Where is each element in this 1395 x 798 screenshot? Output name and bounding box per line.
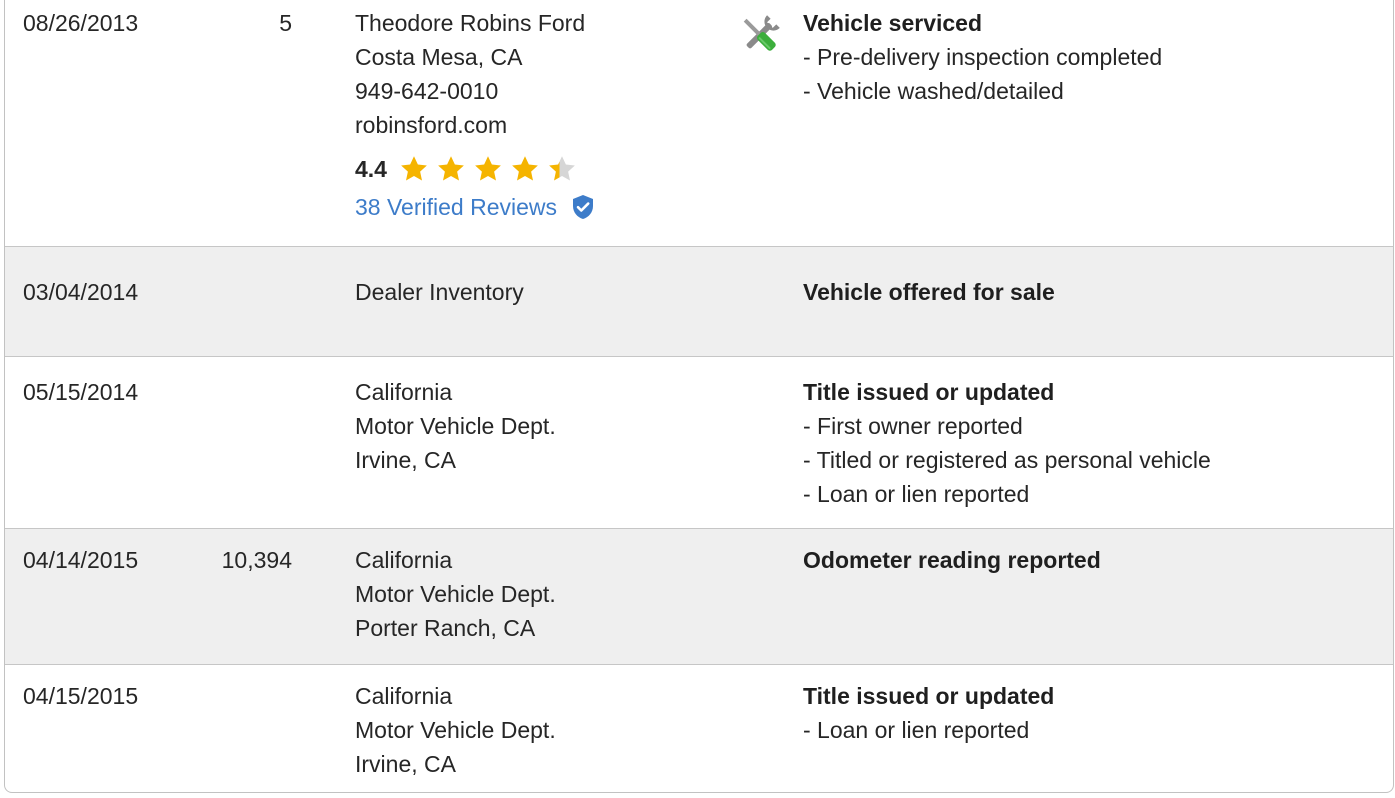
record-source: California Motor Vehicle Dept. Porter Ra… bbox=[355, 543, 556, 645]
table-row: 05/15/2014 California Motor Vehicle Dept… bbox=[5, 357, 1393, 529]
source-phone: 949-642-0010 bbox=[355, 78, 499, 104]
record-details: Title issued or updated - Loan or lien r… bbox=[803, 679, 1054, 747]
event-detail: - Pre-delivery inspection completed bbox=[803, 44, 1163, 70]
source-department: Motor Vehicle Dept. bbox=[355, 581, 556, 607]
event-detail: - Vehicle washed/detailed bbox=[803, 78, 1064, 104]
source-location: Irvine, CA bbox=[355, 751, 456, 777]
table-row: 04/15/2015 California Motor Vehicle Dept… bbox=[5, 665, 1393, 792]
record-date: 04/15/2015 bbox=[23, 683, 139, 709]
service-tools-icon bbox=[737, 12, 783, 58]
record-source: California Motor Vehicle Dept. Irvine, C… bbox=[355, 375, 556, 477]
table-row: 04/14/2015 10,394 California Motor Vehic… bbox=[5, 529, 1393, 665]
verified-shield-icon bbox=[573, 195, 593, 219]
source-name: Dealer Inventory bbox=[355, 279, 524, 305]
event-detail: - Loan or lien reported bbox=[803, 481, 1030, 507]
source-location: Porter Ranch, CA bbox=[355, 615, 536, 641]
star-icon bbox=[401, 156, 427, 181]
star-icon bbox=[549, 156, 575, 181]
table-row: 03/04/2014 Dealer Inventory Vehicle offe… bbox=[5, 247, 1393, 357]
dealer-rating: 4.4 bbox=[355, 152, 595, 186]
star-rating bbox=[399, 154, 584, 184]
verified-reviews-link[interactable]: 38 Verified Reviews bbox=[355, 190, 595, 224]
event-title: Title issued or updated bbox=[803, 379, 1055, 405]
source-website: robinsford.com bbox=[355, 112, 508, 138]
source-name: California bbox=[355, 379, 453, 405]
star-icon bbox=[438, 156, 464, 181]
record-date: 03/04/2014 bbox=[23, 279, 139, 305]
star-icon bbox=[512, 156, 538, 181]
star-icon bbox=[475, 156, 501, 181]
event-detail: - Titled or registered as personal vehic… bbox=[803, 447, 1211, 473]
event-title: Vehicle offered for sale bbox=[803, 279, 1055, 305]
record-details: Odometer reading reported bbox=[803, 543, 1101, 577]
rating-score: 4.4 bbox=[355, 156, 387, 182]
source-department: Motor Vehicle Dept. bbox=[355, 717, 556, 743]
table-row: 08/26/2013 5 Theodore Robins Ford Costa … bbox=[5, 0, 1393, 247]
record-source: Theodore Robins Ford Costa Mesa, CA 949-… bbox=[355, 6, 595, 224]
source-location: Irvine, CA bbox=[355, 447, 456, 473]
record-source: Dealer Inventory bbox=[355, 275, 524, 309]
record-details: Title issued or updated - First owner re… bbox=[803, 375, 1211, 511]
source-name: California bbox=[355, 547, 453, 573]
vehicle-history-table: 08/26/2013 5 Theodore Robins Ford Costa … bbox=[4, 0, 1394, 793]
record-mileage: 10,394 bbox=[221, 547, 292, 573]
event-detail: - Loan or lien reported bbox=[803, 717, 1030, 743]
reviews-label: 38 Verified Reviews bbox=[355, 194, 557, 220]
record-details: Vehicle serviced - Pre-delivery inspecti… bbox=[803, 6, 1162, 108]
record-date: 05/15/2014 bbox=[23, 379, 139, 405]
source-name: California bbox=[355, 683, 453, 709]
source-department: Motor Vehicle Dept. bbox=[355, 413, 556, 439]
event-title: Odometer reading reported bbox=[803, 547, 1101, 573]
source-location: Costa Mesa, CA bbox=[355, 44, 523, 70]
record-source: California Motor Vehicle Dept. Irvine, C… bbox=[355, 679, 556, 781]
source-name: Theodore Robins Ford bbox=[355, 10, 586, 36]
event-title: Title issued or updated bbox=[803, 683, 1055, 709]
event-title: Vehicle serviced bbox=[803, 10, 983, 36]
event-detail: - First owner reported bbox=[803, 413, 1023, 439]
record-details: Vehicle offered for sale bbox=[803, 275, 1055, 309]
record-mileage: 5 bbox=[279, 10, 292, 36]
